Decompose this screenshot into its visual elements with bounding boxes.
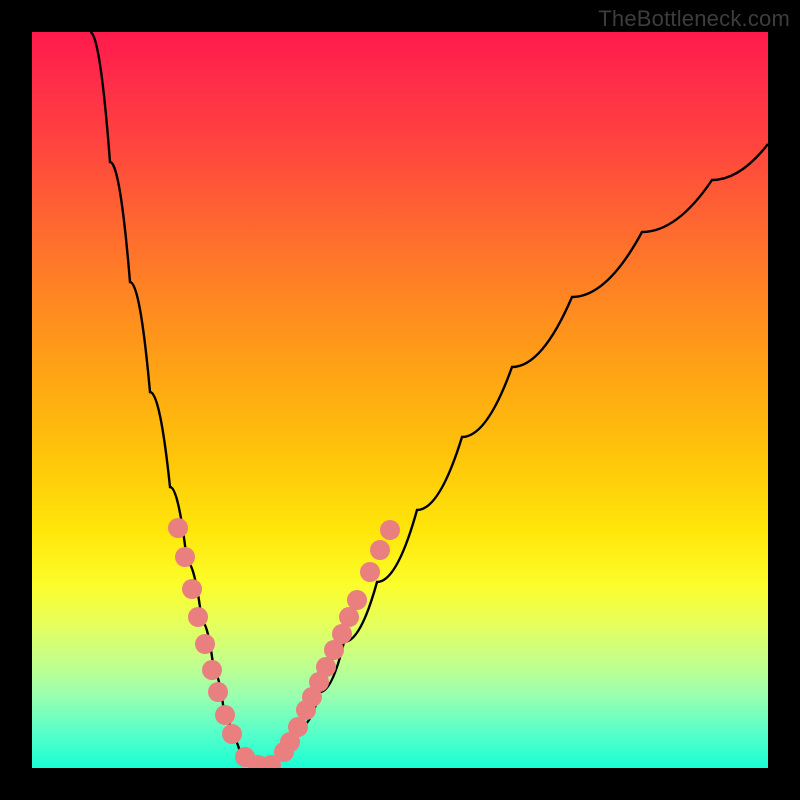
- chart-plot-area: [32, 32, 768, 768]
- data-point: [188, 607, 208, 627]
- data-point: [182, 579, 202, 599]
- data-point: [347, 590, 367, 610]
- data-point: [168, 518, 188, 538]
- data-point: [195, 634, 215, 654]
- data-point: [370, 540, 390, 560]
- data-point: [175, 547, 195, 567]
- data-point: [222, 724, 242, 744]
- curve-left-branch: [90, 32, 262, 766]
- data-point: [316, 657, 336, 677]
- curve-markers: [168, 518, 400, 768]
- data-point: [215, 705, 235, 725]
- data-point: [202, 660, 222, 680]
- chart-frame: TheBottleneck.com: [0, 0, 800, 800]
- chart-svg: [32, 32, 768, 768]
- watermark-text: TheBottleneck.com: [598, 6, 790, 32]
- data-point: [339, 607, 359, 627]
- data-point: [288, 717, 308, 737]
- data-point: [360, 562, 380, 582]
- curve-right-branch: [262, 144, 768, 766]
- data-point: [208, 682, 228, 702]
- data-point: [380, 520, 400, 540]
